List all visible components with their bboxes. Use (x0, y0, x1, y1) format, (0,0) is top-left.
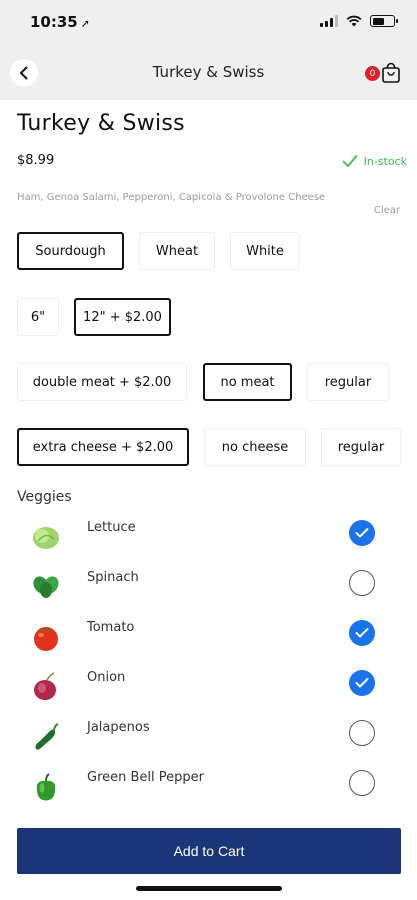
veggies-section-title: Veggies (17, 489, 72, 505)
veggie-checkbox-checked[interactable] (349, 520, 375, 546)
onion-icon (34, 672, 56, 700)
clear-button[interactable]: Clear (374, 205, 400, 216)
veggie-row-jalapenos[interactable]: Jalapenos (0, 716, 417, 760)
veggie-row-green-bell-pepper[interactable]: Green Bell Pepper (0, 766, 417, 810)
home-indicator[interactable] (136, 886, 282, 891)
checkmark-icon (355, 628, 369, 638)
option-bread-white[interactable]: White (230, 232, 300, 270)
option-extra-cheese[interactable]: extra cheese + $2.00 (17, 428, 189, 466)
veggie-checkbox-unchecked[interactable] (349, 770, 375, 796)
bell-pepper-icon (36, 773, 56, 801)
veggie-name: Onion (87, 670, 126, 685)
option-regular-cheese[interactable]: regular (321, 428, 401, 466)
option-bread-wheat[interactable]: Wheat (139, 232, 215, 270)
veggie-name: Lettuce (87, 520, 136, 535)
stock-status: In-stock (342, 154, 407, 168)
battery-icon (370, 15, 398, 27)
spinach-icon (33, 576, 59, 598)
veggie-row-lettuce[interactable]: Lettuce (0, 516, 417, 560)
option-no-meat[interactable]: no meat (203, 363, 292, 401)
add-to-cart-button[interactable]: Add to Cart (17, 828, 401, 874)
product-description: Ham, Genoa Salami, Pepperoni, Capicola &… (17, 192, 326, 203)
location-arrow-icon: ➚ (80, 17, 90, 30)
veggie-name: Tomato (87, 620, 135, 635)
shopping-bag-icon (382, 62, 400, 83)
veggie-checkbox-unchecked[interactable] (349, 720, 375, 746)
option-size-6[interactable]: 6" (17, 298, 59, 336)
checkmark-icon (342, 155, 358, 167)
veggie-row-tomato[interactable]: Tomato (0, 616, 417, 660)
veggie-row-onion[interactable]: Onion (0, 666, 417, 710)
cart-count-badge: 0 (365, 66, 380, 81)
veggie-row-spinach[interactable]: Spinach (0, 566, 417, 610)
nav-title: Turkey & Swiss (152, 63, 265, 81)
product-title: Turkey & Swiss (17, 111, 185, 136)
veggie-checkbox-checked[interactable] (349, 670, 375, 696)
option-no-cheese[interactable]: no cheese (204, 428, 306, 466)
veggie-checkbox-checked[interactable] (349, 620, 375, 646)
status-bar: 10:35 ➚ (0, 0, 417, 46)
status-time-text: 10:35 (30, 13, 78, 31)
veggie-name: Spinach (87, 570, 139, 585)
checkmark-icon (355, 528, 369, 538)
option-bread-sourdough[interactable]: Sourdough (17, 232, 124, 270)
option-double-meat[interactable]: double meat + $2.00 (17, 363, 187, 401)
wifi-icon (346, 15, 362, 27)
nav-bar: Turkey & Swiss 0 (0, 46, 417, 100)
option-regular-meat[interactable]: regular (307, 363, 389, 401)
product-price: $8.99 (17, 153, 55, 168)
jalapeno-icon (35, 723, 59, 750)
lettuce-icon (33, 527, 59, 549)
status-time: 10:35 ➚ (30, 13, 90, 31)
cellular-signal-icon (320, 15, 338, 27)
status-icons (320, 15, 398, 27)
stock-label: In-stock (363, 154, 407, 168)
checkmark-icon (355, 678, 369, 688)
veggie-checkbox-unchecked[interactable] (349, 570, 375, 596)
veggie-name: Green Bell Pepper (87, 770, 204, 785)
option-size-12[interactable]: 12" + $2.00 (74, 298, 171, 336)
veggie-name: Jalapenos (87, 720, 150, 735)
cart-button[interactable]: 0 (365, 62, 401, 86)
tomato-icon (34, 627, 58, 651)
